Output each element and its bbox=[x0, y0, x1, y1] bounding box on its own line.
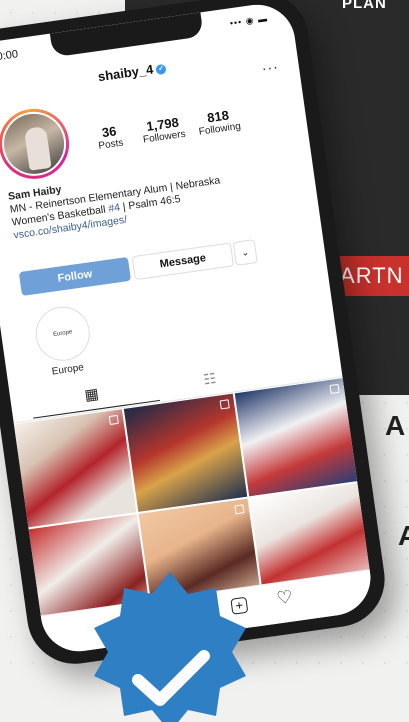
background-heading: PLAN bbox=[342, 0, 387, 12]
verified-icon: ✓ bbox=[155, 63, 167, 75]
story-highlight[interactable]: Europe bbox=[32, 303, 94, 365]
multi-photo-icon bbox=[219, 399, 230, 410]
avatar-photo bbox=[0, 107, 71, 180]
post-thumbnail[interactable] bbox=[234, 378, 358, 497]
status-icons: ••• ◉ ▬ bbox=[229, 13, 269, 29]
multi-photo-icon bbox=[109, 414, 120, 425]
heart-icon[interactable]: ♡ bbox=[275, 586, 294, 609]
following-stat[interactable]: 818 Following bbox=[186, 105, 251, 139]
follow-button[interactable]: Follow bbox=[18, 256, 132, 296]
message-button[interactable]: Message bbox=[131, 242, 235, 281]
chevron-down-icon[interactable]: ⌄ bbox=[232, 239, 258, 266]
background-letter: A bbox=[385, 410, 406, 441]
more-options-icon[interactable]: ··· bbox=[261, 58, 280, 76]
post-thumbnail[interactable] bbox=[124, 393, 247, 512]
multi-photo-icon bbox=[234, 504, 245, 515]
username-text: shaiby_4 bbox=[96, 61, 155, 85]
multi-photo-icon bbox=[329, 383, 340, 394]
status-time: 10:00 bbox=[0, 48, 19, 64]
story-highlight-label: Europe bbox=[51, 362, 85, 378]
grid-icon[interactable]: ▦ bbox=[83, 385, 104, 404]
post-thumbnail[interactable] bbox=[13, 409, 137, 528]
verified-badge-icon bbox=[94, 572, 246, 722]
avatar[interactable] bbox=[0, 104, 74, 184]
profile-username: shaiby_4 ✓ bbox=[0, 41, 297, 102]
background-letter: A bbox=[398, 520, 409, 551]
tagged-icon[interactable]: ☷ bbox=[202, 369, 222, 388]
